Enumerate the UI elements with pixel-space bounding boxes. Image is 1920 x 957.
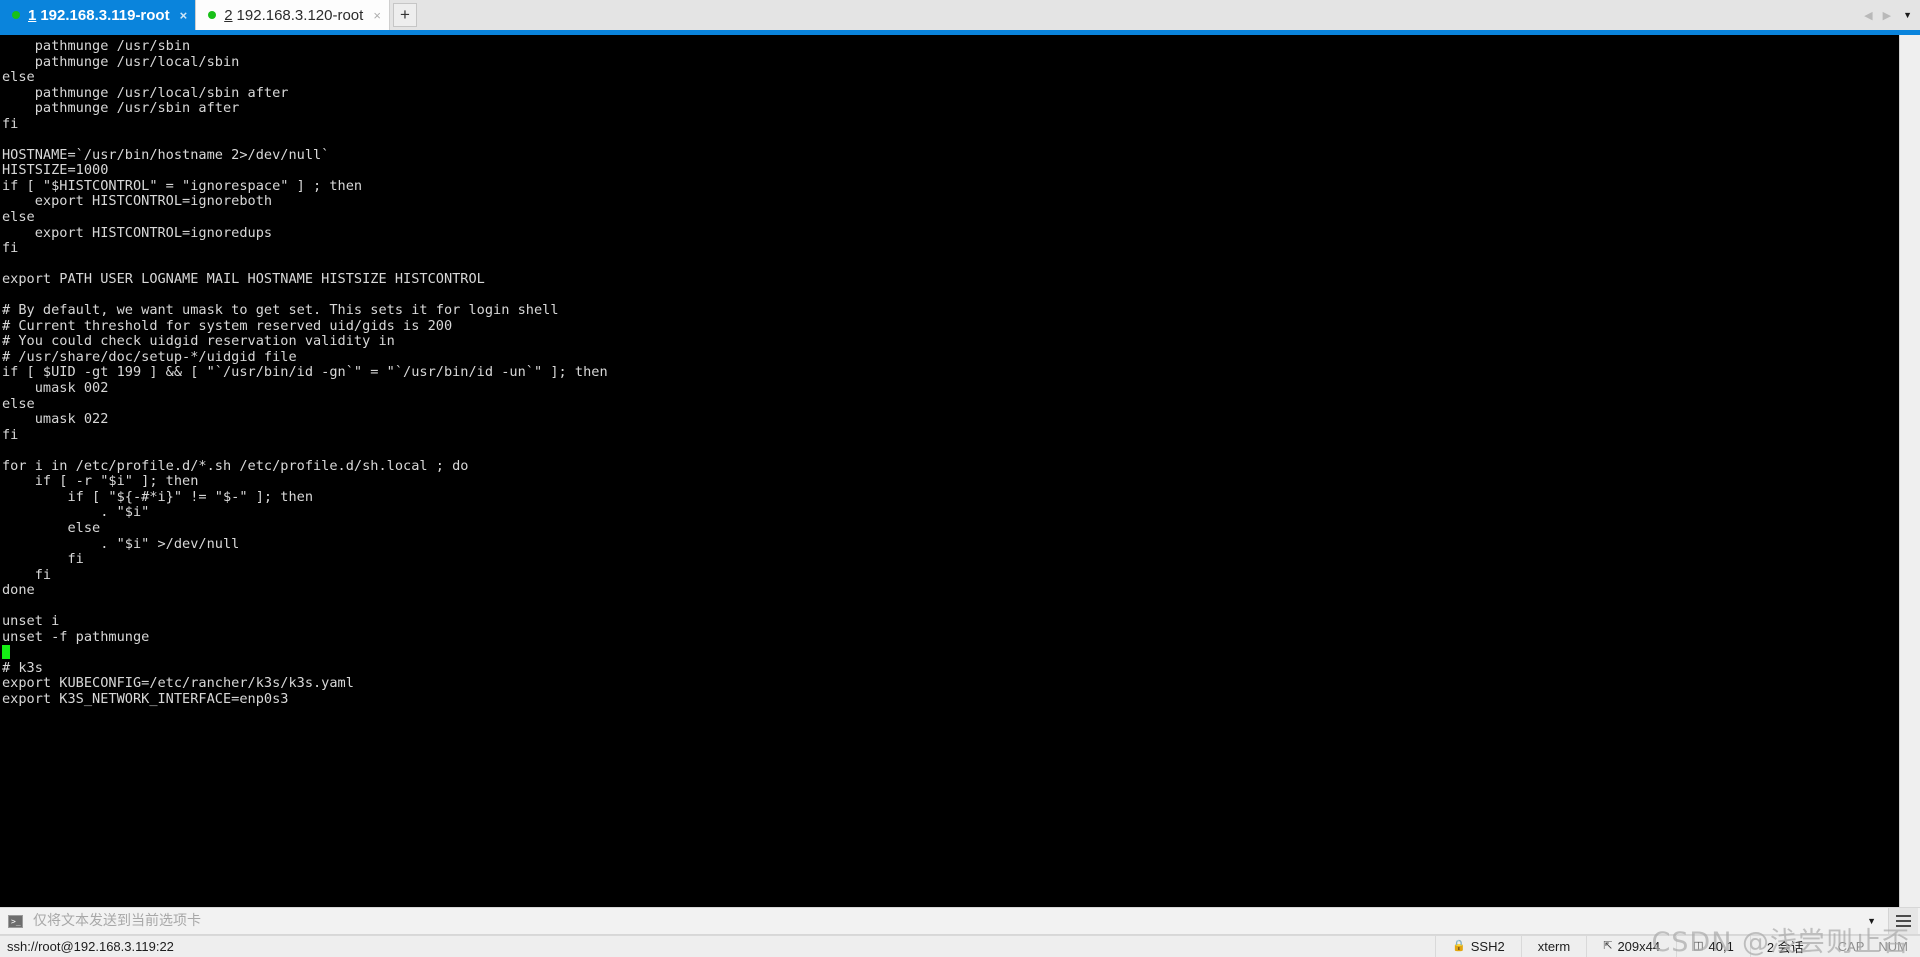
terminal-line: unset -f pathmunge	[2, 628, 150, 645]
terminal-line: if [ "$HISTCONTROL" = "ignorespace" ] ; …	[2, 177, 363, 194]
terminal-line: umask 022	[2, 411, 109, 428]
terminal-line: pathmunge /usr/sbin	[2, 38, 191, 54]
terminal-cursor	[2, 645, 11, 660]
terminal-line: . "$i"	[2, 504, 150, 521]
tab-number: 2	[224, 6, 233, 24]
terminal-line: export KUBECONFIG=/etc/rancher/k3s/k3s.y…	[2, 675, 354, 692]
close-icon[interactable]: ×	[180, 9, 188, 22]
terminal-line: fi	[2, 426, 19, 443]
status-size-label: 209x44	[1617, 939, 1661, 954]
command-input-bar: >_ ▼	[0, 907, 1920, 935]
terminal-line: export HISTCONTROL=ignoreboth	[2, 193, 273, 210]
terminal-line: fi	[2, 115, 19, 132]
command-input[interactable]	[31, 909, 1862, 933]
tab-session-1[interactable]: 1 192.168.3.119-root ×	[0, 0, 197, 30]
terminal-line: pathmunge /usr/sbin after	[2, 100, 240, 117]
tab-session-2[interactable]: 2 192.168.3.120-root ×	[196, 0, 390, 30]
terminal-line: # k3s	[2, 659, 43, 676]
new-tab-button[interactable]: +	[392, 3, 417, 27]
terminal-line: if [ $UID -gt 199 ] && [ "`/usr/bin/id -…	[2, 364, 608, 381]
terminal-line: pathmunge /usr/local/sbin	[2, 53, 240, 70]
terminal-area: pathmunge /usr/sbin pathmunge /usr/local…	[0, 35, 1920, 907]
terminal-line: export PATH USER LOGNAME MAIL HOSTNAME H…	[2, 271, 485, 288]
terminal-line: done	[2, 582, 35, 599]
terminal-line: if [ -r "$i" ]; then	[2, 473, 199, 490]
num-lock-indicator: NUM	[1878, 939, 1908, 954]
terminal-line: pathmunge /usr/local/sbin after	[2, 84, 289, 101]
tab-label: 192.168.3.120-root	[236, 6, 364, 24]
terminal-output[interactable]: pathmunge /usr/sbin pathmunge /usr/local…	[0, 35, 1899, 907]
status-emulation: xterm	[1520, 935, 1587, 957]
terminal-line: fi	[2, 566, 52, 583]
chevron-right-icon[interactable]: ▶	[1883, 9, 1891, 22]
connected-status-dot	[12, 11, 20, 19]
chevron-left-icon[interactable]: ◀	[1864, 9, 1872, 22]
terminal-prompt-icon: >_	[8, 914, 23, 928]
terminal-line: # /usr/share/doc/setup-*/uidgid file	[2, 348, 297, 365]
terminal-line: else	[2, 395, 35, 412]
tab-label: 192.168.3.119-root	[40, 6, 170, 24]
terminal-line: fi	[2, 551, 84, 568]
connection-url: ssh://root@192.168.3.119:22	[7, 939, 174, 954]
terminal-line: export K3S_NETWORK_INTERFACE=enp0s3	[2, 690, 289, 707]
status-emulation-label: xterm	[1537, 939, 1571, 954]
terminal-line: # By default, we want umask to get set. …	[2, 302, 559, 319]
tab-bar-controls: ◀ ▶ ▼	[1864, 0, 1920, 30]
hamburger-menu-icon[interactable]	[1888, 908, 1918, 934]
terminal-line: else	[2, 209, 35, 226]
connected-status-dot	[208, 11, 217, 19]
terminal-line: for i in /etc/profile.d/*.sh /etc/profil…	[2, 457, 469, 474]
terminal-cursor-line	[2, 645, 1899, 661]
status-size: ⇱ 209x44	[1586, 935, 1676, 957]
terminal-line: . "$i" >/dev/null	[2, 535, 240, 552]
terminal-app-window: 1 192.168.3.119-root × 2 192.168.3.120-r…	[0, 0, 1920, 957]
status-cursor-position: ◫ 40,1	[1676, 935, 1750, 957]
terminal-line: HISTSIZE=1000	[2, 162, 109, 179]
terminal-line: umask 002	[2, 380, 109, 397]
tab-number: 1	[28, 6, 37, 24]
terminal-line: else	[2, 519, 101, 536]
close-icon[interactable]: ×	[373, 9, 381, 22]
status-bar-right: 🔒 SSH2 xterm ⇱ 209x44 ◫ 40,1 2 会话 CAP NU…	[1435, 935, 1920, 957]
status-sessions: 2 会话	[1749, 935, 1820, 957]
terminal-line: else	[2, 69, 35, 86]
status-bar: ssh://root@192.168.3.119:22 🔒 SSH2 xterm…	[0, 927, 1920, 957]
terminal-line: # Current threshold for system reserved …	[2, 317, 453, 334]
terminal-line: HOSTNAME=`/usr/bin/hostname 2>/dev/null`	[2, 146, 330, 163]
caps-lock-indicator: CAP	[1837, 939, 1865, 954]
terminal-line: # You could check uidgid reservation val…	[2, 333, 395, 350]
terminal-scrollbar[interactable]	[1899, 35, 1920, 907]
status-protocol: 🔒 SSH2	[1435, 935, 1521, 957]
resize-icon: ⇱	[1603, 940, 1613, 952]
status-protocol-label: SSH2	[1470, 939, 1505, 954]
tab-bar: 1 192.168.3.119-root × 2 192.168.3.120-r…	[0, 0, 1920, 30]
terminal-line: export HISTCONTROL=ignoredups	[2, 224, 273, 241]
terminal-line: unset i	[2, 613, 60, 630]
chevron-down-icon[interactable]: ▼	[1901, 10, 1912, 20]
terminal-line: if [ "${-#*i}" != "$-" ]; then	[2, 488, 313, 505]
chevron-down-icon[interactable]: ▼	[1861, 916, 1888, 926]
status-lock-indicators: CAP NUM	[1820, 939, 1920, 954]
cursor-position-icon: ◫	[1693, 940, 1704, 952]
status-position-label: 40,1	[1708, 939, 1734, 954]
lock-icon: 🔒	[1452, 940, 1466, 952]
status-sessions-label: 2 会话	[1766, 940, 1804, 955]
terminal-line: fi	[2, 240, 19, 257]
